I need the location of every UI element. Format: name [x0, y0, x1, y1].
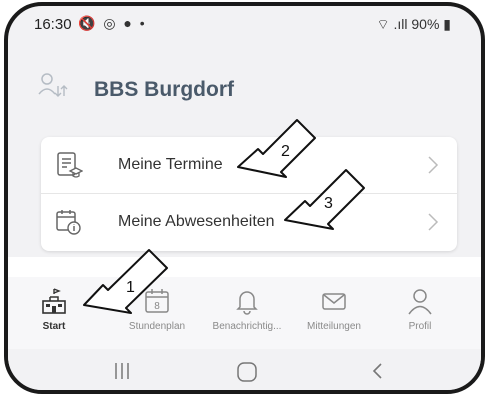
- annotation-arrow-3: 3: [284, 169, 365, 230]
- annotation-label-3: 3: [324, 195, 333, 212]
- annotation-label-1: 1: [126, 279, 135, 296]
- annotation-overlay: 2 3 1: [83, 119, 365, 314]
- annotation-arrow-1: 1: [83, 249, 168, 314]
- annotation-arrow-2: 2: [237, 119, 316, 178]
- annotation-label-2: 2: [281, 143, 290, 160]
